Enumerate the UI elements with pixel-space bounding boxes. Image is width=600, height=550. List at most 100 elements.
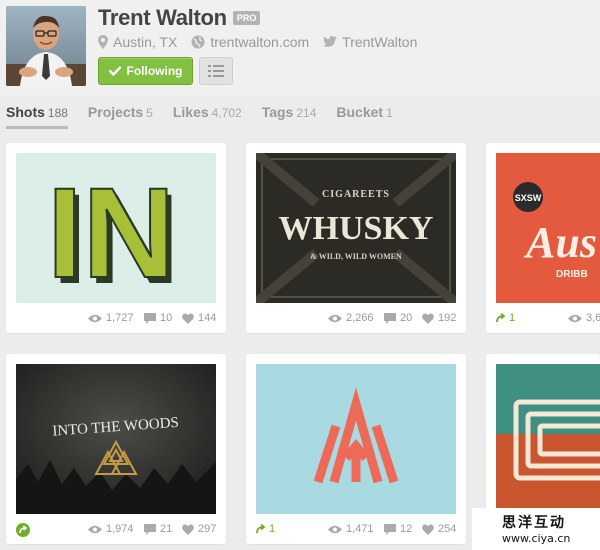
shot-art-top: CIGAREETS	[322, 189, 390, 200]
list-icon	[208, 65, 224, 77]
eye-icon	[88, 525, 102, 533]
shot-card[interactable]: INTO THE WOODS 1,974 21 297	[6, 354, 226, 544]
shot-stats: 1,727 10 144	[6, 303, 226, 333]
likes-count: 192	[438, 312, 457, 324]
comment-bubble-icon	[144, 523, 156, 535]
comment-bubble-icon	[384, 523, 396, 535]
eye-icon	[88, 314, 102, 322]
tab-shots[interactable]: Shots 188	[6, 104, 68, 129]
twitter-link[interactable]: TrentWalton	[323, 34, 417, 50]
views-count: 2,266	[346, 312, 374, 324]
shot-art-sub: & WILD, WILD WOMEN	[310, 252, 402, 261]
comment-bubble-icon	[144, 312, 156, 324]
shot-card[interactable]: SXSW Aus DRIBB 1 3,6	[486, 143, 600, 333]
site-watermark: 思洋互动 www.ciya.cn	[472, 508, 600, 550]
tab-bucket[interactable]: Bucket 1	[336, 104, 392, 129]
views-stat: 1,974	[88, 523, 134, 535]
shot-thumbnail[interactable]: INTO THE WOODS	[16, 364, 216, 514]
comments-stat[interactable]: 12	[384, 523, 412, 535]
twitter-bird-icon	[323, 36, 338, 47]
shot-thumbnail[interactable]: CIGAREETS WHUSKY & WILD, WILD WOMEN	[256, 153, 456, 303]
watermark-title: 思洋互动	[502, 515, 566, 531]
heart-icon	[422, 312, 434, 324]
shot-art-sub: DRIBB	[556, 269, 588, 280]
shot-thumbnail[interactable]: SXSW Aus DRIBB	[496, 153, 600, 303]
shot-art-text: WHUSKY	[279, 210, 434, 247]
heart-icon	[422, 523, 434, 535]
likes-stat[interactable]: 254	[422, 523, 456, 535]
following-label: Following	[126, 64, 183, 78]
following-button[interactable]: Following	[98, 57, 193, 85]
shot-thumbnail[interactable]: IN IN	[16, 153, 216, 303]
comment-bubble-icon	[384, 312, 396, 324]
shot-thumbnail[interactable]	[256, 364, 456, 514]
views-stat: 1,471	[328, 523, 374, 535]
shot-card[interactable]: 1 1,471 12 254	[246, 354, 466, 544]
comments-count: 21	[160, 523, 173, 535]
tab-count: 5	[146, 106, 153, 120]
tab-tags[interactable]: Tags 214	[262, 104, 317, 129]
shot-stats: 1,974 21 297	[6, 514, 226, 544]
profile-header: Trent Walton PRO Austin, TX trentwalton.…	[0, 0, 600, 96]
likes-count: 144	[198, 312, 217, 324]
rebounds-count: 1	[509, 312, 516, 324]
rebound-stat[interactable]: 1	[496, 312, 515, 324]
website-label[interactable]: trentwalton.com	[210, 34, 309, 50]
profile-name: Trent Walton	[98, 5, 227, 30]
shot-art-text: Aus	[523, 218, 597, 267]
tab-likes[interactable]: Likes 4,702	[173, 104, 242, 129]
tab-label: Shots	[6, 104, 45, 120]
watermark-url: www.ciya.cn	[502, 532, 571, 545]
tab-label: Bucket	[336, 104, 384, 120]
profile-avatar[interactable]	[6, 6, 86, 86]
location-label: Austin, TX	[113, 34, 178, 50]
shot-stats: 1 3,6	[486, 303, 600, 333]
likes-stat[interactable]: 297	[182, 523, 216, 535]
eye-icon	[328, 525, 342, 533]
rebounds-count: 1	[269, 523, 276, 535]
tab-label: Projects	[87, 104, 144, 120]
likes-stat[interactable]: 144	[182, 312, 216, 324]
comments-count: 12	[400, 523, 413, 535]
rebound-stat[interactable]	[16, 523, 33, 537]
shot-art-text-front: IN	[47, 162, 175, 303]
likes-count: 297	[198, 523, 217, 535]
location: Austin, TX	[98, 34, 177, 50]
rebound-arrow-icon	[256, 524, 266, 534]
rebound-arrow-icon	[496, 313, 506, 323]
eye-icon	[328, 314, 342, 322]
views-stat: 3,6	[568, 312, 600, 324]
eye-icon	[568, 314, 582, 322]
tab-count: 188	[47, 106, 68, 120]
likes-stat[interactable]: 192	[422, 312, 456, 324]
tab-count: 1	[386, 106, 393, 120]
tab-count: 4,702	[211, 106, 242, 120]
comments-stat[interactable]: 21	[144, 523, 172, 535]
shot-stats: 2,266 20 192	[246, 303, 466, 333]
comments-count: 10	[160, 312, 173, 324]
location-pin-icon	[98, 35, 108, 49]
views-stat: 2,266	[328, 312, 374, 324]
website-link[interactable]: trentwalton.com	[191, 34, 309, 50]
views-count: 1,727	[106, 312, 134, 324]
views-count: 1,974	[106, 523, 134, 535]
shot-card[interactable]: IN IN 1,727 10 144	[6, 143, 226, 333]
comments-count: 20	[400, 312, 413, 324]
tab-label: Likes	[172, 104, 209, 120]
comments-stat[interactable]: 10	[144, 312, 172, 324]
rebound-circle-icon	[16, 523, 30, 537]
views-count: 3,6	[586, 312, 600, 324]
rebound-stat[interactable]: 1	[256, 523, 275, 535]
views-count: 1,471	[346, 523, 374, 535]
comments-stat[interactable]: 20	[384, 312, 412, 324]
shot-card[interactable]: CIGAREETS WHUSKY & WILD, WILD WOMEN 2,26…	[246, 143, 466, 333]
heart-icon	[182, 312, 194, 324]
shot-thumbnail[interactable]	[496, 364, 600, 514]
tab-label: Tags	[261, 104, 294, 120]
tab-projects[interactable]: Projects 5	[88, 104, 153, 129]
profile-tabs: Shots 188 Projects 5 Likes 4,702 Tags 214 Bu…	[6, 104, 413, 129]
twitter-label[interactable]: TrentWalton	[342, 34, 417, 50]
heart-icon	[182, 523, 194, 535]
add-to-list-button[interactable]	[199, 57, 233, 85]
shot-art-badge: SXSW	[515, 193, 542, 203]
